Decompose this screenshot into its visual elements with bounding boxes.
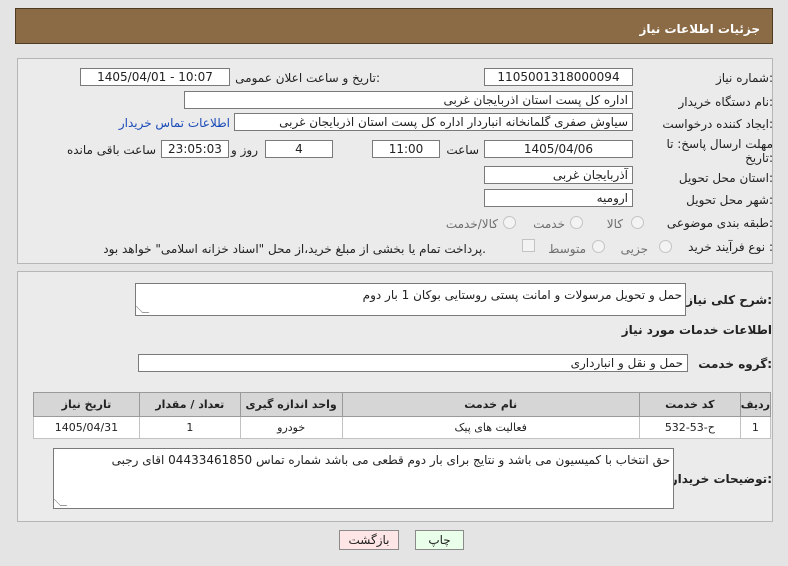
buyer-notes-textarea[interactable]: حق انتخاب با کمیسیون می باشد و نتایج برا… [53, 448, 674, 509]
deadline-time-label: ساعت [446, 143, 479, 157]
resize-handle-icon[interactable] [136, 306, 150, 313]
summary-textarea[interactable]: حمل و تحویل مرسولات و امانت پستی روستایی… [135, 283, 686, 316]
service-group-field[interactable]: حمل و نقل و انبارداری [138, 354, 688, 372]
days-label: روز و [231, 143, 258, 157]
cell-service-code: ح-53-532 [638, 416, 741, 439]
need-number-label: شماره نیاز: [715, 71, 773, 85]
page-header: جزئیات اطلاعات نیاز [15, 8, 773, 44]
creator-label: ایجاد کننده درخواست: [662, 117, 773, 131]
announce-datetime-field[interactable]: 1405/04/01 - 10:07 [80, 68, 230, 86]
city-label: شهر محل تحویل: [686, 193, 773, 207]
service-group-label: گروه خدمت: [698, 357, 772, 371]
category-label: طبقه بندی موضوعی: [666, 216, 773, 230]
col-header-service-name: نام خدمت [341, 392, 640, 417]
services-table: ردیف کد خدمت نام خدمت واحد اندازه گیری ت… [33, 392, 772, 439]
buyer-contact-link[interactable]: اطلاعات تماس خریدار [119, 116, 230, 130]
cell-need-date: 1405/04/31 [33, 416, 140, 439]
deadline-label: مهلت ارسال پاسخ: تا تاریخ: [666, 137, 773, 165]
col-header-service-code: کد خدمت [638, 392, 741, 417]
buyer-org-field[interactable]: اداره کل پست استان اذربایجان غربی [184, 91, 633, 109]
announce-datetime-label: تاریخ و ساعت اعلان عمومی: [235, 71, 380, 85]
col-header-row-number: ردیف [739, 392, 772, 417]
time-remaining-label: ساعت باقی مانده [66, 143, 156, 157]
col-header-quantity: تعداد / مقدار [138, 392, 241, 417]
treasury-payment-note: پرداخت تمام یا بخشی از مبلغ خرید،از محل … [103, 242, 486, 256]
province-field[interactable]: آذربایجان غربی [484, 166, 633, 184]
summary-text: حمل و تحویل مرسولات و امانت پستی روستایی… [362, 288, 682, 302]
days-remaining-field[interactable]: 4 [265, 140, 333, 158]
cell-unit: خودرو [239, 416, 343, 439]
treasury-payment-checkbox[interactable] [522, 239, 535, 252]
print-button[interactable]: چاپ [415, 530, 464, 550]
buyer-notes-label: توضیحات خریدار: [670, 472, 772, 486]
category-radio-both[interactable] [503, 216, 516, 229]
summary-label: شرح کلی نیاز: [686, 293, 772, 307]
time-remaining-field[interactable]: 23:05:03 [161, 140, 229, 158]
process-option-minor: جزیی [620, 242, 648, 256]
col-header-need-date: تاریخ نیاز [33, 392, 140, 417]
table-header-row: ردیف کد خدمت نام خدمت واحد اندازه گیری ت… [33, 392, 772, 417]
category-option-goods: کالا [606, 217, 623, 231]
buyer-notes-text: حق انتخاب با کمیسیون می باشد و نتایج برا… [111, 453, 670, 467]
back-button[interactable]: بازگشت [339, 530, 399, 550]
col-header-unit: واحد اندازه گیری [239, 392, 343, 417]
deadline-time-field[interactable]: 11:00 [372, 140, 440, 158]
services-table-wrap: ردیف کد خدمت نام خدمت واحد اندازه گیری ت… [33, 392, 772, 439]
process-radio-minor[interactable] [659, 240, 672, 253]
table-row: 1 ح-53-532 فعالیت های پیک خودرو 1 1405/0… [33, 416, 772, 439]
deadline-date-field[interactable]: 1405/04/06 [484, 140, 633, 158]
process-radio-medium[interactable] [592, 240, 605, 253]
city-field[interactable]: ارومیه [484, 189, 633, 207]
category-option-service: خدمت [533, 217, 565, 231]
creator-field[interactable]: سیاوش صفری گلمانخانه انباردار اداره کل پ… [234, 113, 633, 131]
resize-handle-icon[interactable] [54, 499, 68, 506]
process-type-label: نوع فرآیند خرید : [688, 240, 773, 254]
cell-service-name: فعالیت های پیک [341, 416, 640, 439]
need-number-field[interactable]: 1105001318000094 [484, 68, 633, 86]
cell-row-number: 1 [739, 416, 772, 439]
category-radio-goods[interactable] [631, 216, 644, 229]
process-option-medium: متوسط [548, 242, 586, 256]
category-radio-service[interactable] [570, 216, 583, 229]
buyer-org-label: نام دستگاه خریدار: [678, 95, 774, 109]
province-label: استان محل تحویل: [678, 171, 773, 185]
category-option-both: کالا/خدمت [445, 217, 498, 231]
cell-quantity: 1 [138, 416, 241, 439]
services-section-title: اطلاعات خدمات مورد نیاز [621, 323, 772, 337]
